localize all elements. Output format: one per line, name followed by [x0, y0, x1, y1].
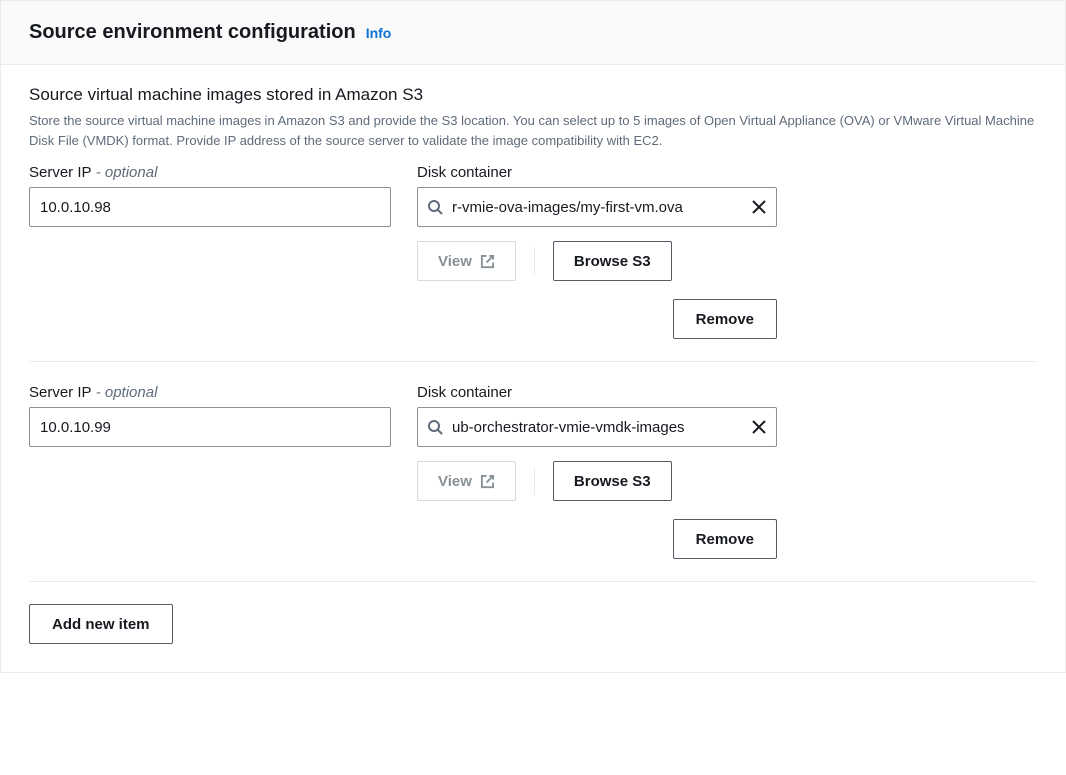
server-ip-label-text: Server IP [29, 164, 92, 181]
remove-label: Remove [696, 531, 754, 548]
remove-button[interactable]: Remove [673, 519, 777, 559]
clear-icon[interactable] [751, 199, 767, 215]
panel-header: Source environment configuration Info [1, 1, 1065, 65]
source-item: Server IP - optional Disk container [29, 164, 1037, 362]
browse-s3-button[interactable]: Browse S3 [553, 241, 672, 281]
source-environment-panel: Source environment configuration Info So… [0, 0, 1066, 673]
remove-button[interactable]: Remove [673, 299, 777, 339]
external-icon [480, 474, 495, 489]
add-new-item-label: Add new item [52, 616, 150, 633]
panel-body: Source virtual machine images stored in … [1, 65, 1065, 672]
divider [534, 247, 535, 275]
view-button: View [417, 241, 516, 281]
browse-s3-label: Browse S3 [574, 473, 651, 490]
disk-container-input[interactable] [417, 187, 777, 227]
info-link[interactable]: Info [366, 25, 392, 41]
view-button: View [417, 461, 516, 501]
server-ip-label-text: Server IP [29, 384, 92, 401]
remove-label: Remove [696, 311, 754, 328]
optional-text: - optional [92, 164, 158, 181]
browse-s3-button[interactable]: Browse S3 [553, 461, 672, 501]
section-description: Store the source virtual machine images … [29, 111, 1037, 150]
clear-icon[interactable] [751, 419, 767, 435]
view-button-label: View [438, 253, 472, 270]
add-new-item-button[interactable]: Add new item [29, 604, 173, 644]
view-button-label: View [438, 473, 472, 490]
disk-container-label: Disk container [417, 384, 777, 401]
browse-s3-label: Browse S3 [574, 253, 651, 270]
server-ip-input[interactable] [29, 407, 391, 447]
disk-container-input[interactable] [417, 407, 777, 447]
external-icon [480, 254, 495, 269]
server-ip-label: Server IP - optional [29, 384, 391, 401]
source-item: Server IP - optional Disk container [29, 384, 1037, 582]
section-title: Source virtual machine images stored in … [29, 85, 1037, 105]
divider [534, 467, 535, 495]
server-ip-input[interactable] [29, 187, 391, 227]
panel-title: Source environment configuration [29, 21, 356, 44]
optional-text: - optional [92, 384, 158, 401]
disk-container-label: Disk container [417, 164, 777, 181]
server-ip-label: Server IP - optional [29, 164, 391, 181]
